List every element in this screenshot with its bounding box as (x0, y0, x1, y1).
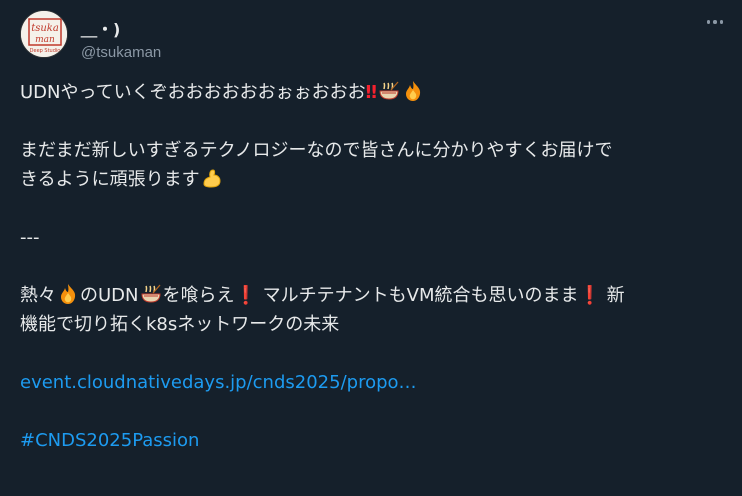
double-exclamation-emoji: ‼ (365, 82, 377, 103)
hashtag-paragraph: #CNDS2025Passion (20, 426, 726, 455)
tweet-line-5-text-e: 新 (600, 285, 625, 306)
user-handle[interactable]: @tsukaman (81, 44, 161, 61)
fire-emoji (61, 284, 76, 304)
tweet-line-5-text-a: 熱々 (20, 285, 56, 306)
tweet-line-1-text: UDNやっていくぞおおおおおおぉぉおおお (20, 82, 366, 103)
svg-text:tsuka: tsuka (31, 23, 59, 34)
tweet-text: UDNやっていくぞおおおおおおぉぉおおお‼ まだまだ新しいすぎるテクノロジーなの… (20, 78, 726, 455)
hashtag-link[interactable]: #CNDS2025Passion (20, 430, 199, 451)
tweet-line-5-text-c: を喰らえ (162, 285, 235, 306)
exclamation-emoji: ❗ (578, 285, 601, 306)
avatar-logo: tsuka man Deep Studio (21, 11, 67, 57)
tweet-line-5-text-b: のUDN (80, 285, 139, 306)
tweet-line-3-text: きるように頑張ります (20, 169, 200, 190)
tweet-line-3: きるように頑張ります (20, 165, 726, 194)
separator: --- (20, 227, 40, 248)
tweet-line-2: まだまだ新しいすぎるテクノロジーなので皆さんに分かりやすくお届けで (20, 140, 613, 161)
event-link[interactable]: event.cloudnativedays.jp/cnds2025/propo… (20, 372, 417, 393)
fire-emoji (405, 81, 421, 101)
more-icon[interactable] (702, 12, 728, 32)
flexed-biceps-emoji (203, 169, 221, 188)
avatar[interactable]: tsuka man Deep Studio (20, 10, 68, 58)
display-name[interactable]: ＿・) (81, 16, 120, 40)
tweet-line-5-text-d: マルチテナントもVM統合も思いのまま (256, 285, 579, 306)
ramen-emoji (379, 81, 399, 100)
svg-text:Deep Studio: Deep Studio (30, 48, 61, 54)
link-paragraph: event.cloudnativedays.jp/cnds2025/propo… (20, 368, 726, 397)
tweet-header: tsuka man Deep Studio ＿・) @tsukaman (20, 10, 728, 61)
tweet-line-1: UDNやっていくぞおおおおおおぉぉおおお‼ (20, 78, 726, 107)
ramen-emoji (140, 284, 161, 303)
exclamation-emoji: ❗ (234, 285, 257, 306)
tweet-line-6: 機能で切り拓くk8sネットワークの未来 (20, 314, 340, 335)
tweet-line-5: 熱々 のUDN を喰らえ❗ マルチテナントもVM統合も思いのまま❗ 新 (20, 281, 726, 310)
svg-text:man: man (35, 35, 55, 45)
